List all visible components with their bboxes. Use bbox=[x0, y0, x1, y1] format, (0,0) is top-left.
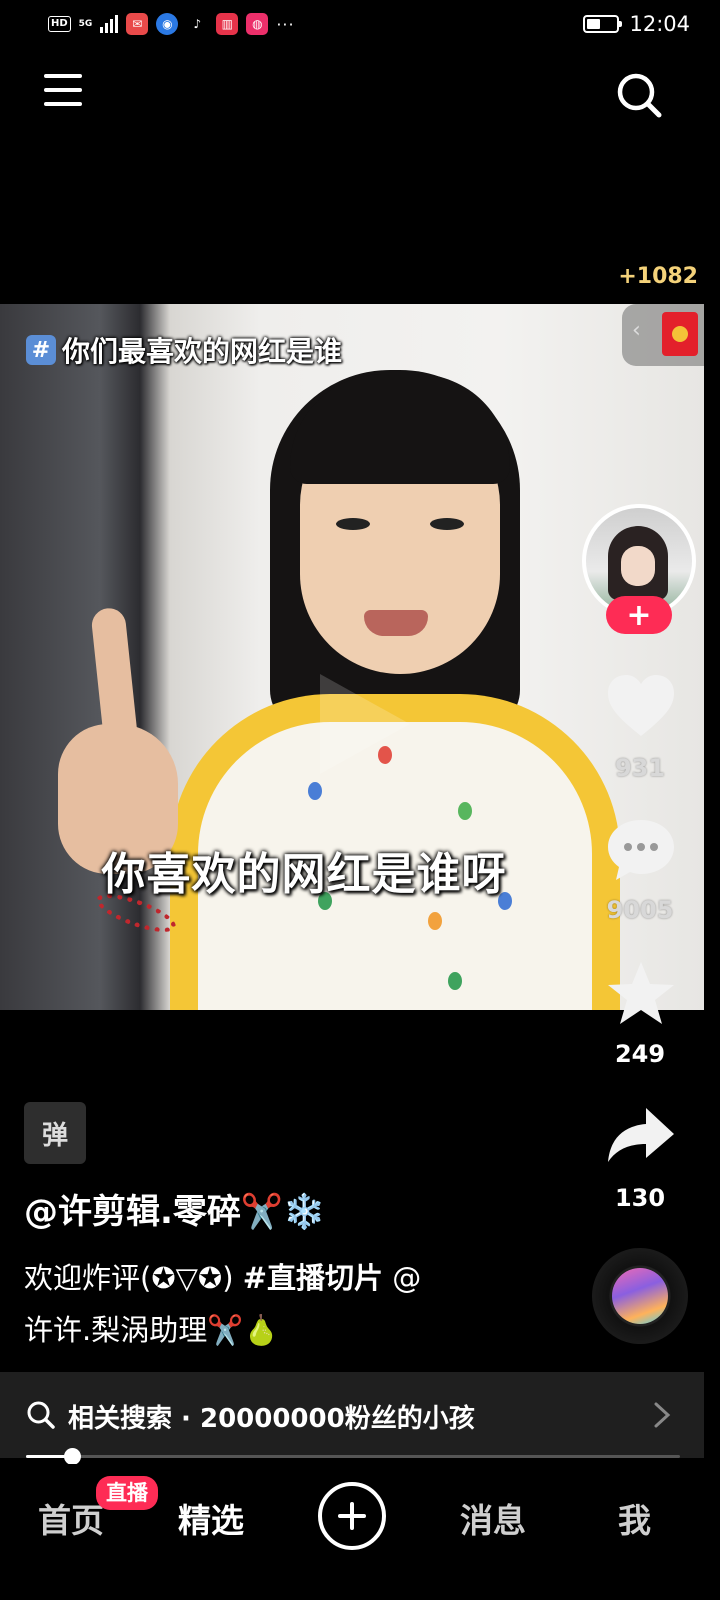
share-icon[interactable] bbox=[604, 1100, 678, 1174]
post-badge[interactable]: 弹 bbox=[24, 1102, 86, 1164]
status-bar: HD 5G ✉ ◉ ♪ ▥ ◍ ··· 12:04 bbox=[0, 0, 720, 48]
tab-featured[interactable]: 精选 bbox=[178, 1494, 244, 1542]
tab-home[interactable]: 首页 bbox=[38, 1494, 104, 1542]
follow-button[interactable]: + bbox=[606, 596, 672, 634]
live-badge[interactable]: 直播 bbox=[96, 1476, 158, 1510]
chevron-right-icon bbox=[654, 1402, 671, 1428]
mail-app-icon: ✉ bbox=[126, 13, 149, 35]
like-count: 931 bbox=[614, 754, 666, 782]
tiktok-app-icon: ♪ bbox=[193, 17, 202, 31]
more-notifications: ··· bbox=[276, 14, 295, 34]
hashtag-icon: # bbox=[26, 335, 56, 365]
status-left: HD 5G ✉ ◉ ♪ ▥ ◍ ··· bbox=[48, 10, 295, 38]
reward-counter[interactable]: +1082 bbox=[618, 264, 698, 289]
video-hashtag-overlay: # 你们最喜欢的网红是谁 bbox=[26, 330, 342, 370]
chevron-left-icon: ‹ bbox=[632, 318, 641, 343]
related-search-bar[interactable]: 相关搜索 · 20000000粉丝的小孩 bbox=[0, 1372, 704, 1458]
description-hashtag-link[interactable]: #直播切片 bbox=[243, 1261, 383, 1295]
browser-app-icon: ◉ bbox=[156, 13, 179, 35]
bottom-tab-bar: 首页 直播 精选 消息 我 bbox=[0, 1464, 720, 1600]
video-subject-eye bbox=[336, 518, 370, 530]
red-packet-tab[interactable]: ‹ bbox=[622, 304, 704, 366]
tab-messages[interactable]: 消息 bbox=[460, 1494, 526, 1542]
battery-icon bbox=[583, 15, 623, 33]
shopping-app-icon: ◍ bbox=[246, 13, 269, 35]
status-right: 12:04 bbox=[583, 10, 690, 38]
search-icon[interactable] bbox=[616, 72, 664, 120]
search-icon bbox=[27, 1401, 55, 1429]
music-disc-icon[interactable] bbox=[592, 1248, 688, 1344]
tab-me[interactable]: 我 bbox=[618, 1494, 651, 1542]
video-progress-bar[interactable] bbox=[26, 1448, 680, 1465]
comment-icon[interactable] bbox=[604, 814, 678, 888]
favorite-count: 249 bbox=[614, 1040, 666, 1068]
play-indicator-icon bbox=[320, 674, 410, 774]
comment-count: 9005 bbox=[606, 896, 674, 924]
video-caption: 你喜欢的网红是谁呀 bbox=[101, 849, 507, 900]
menu-icon[interactable] bbox=[44, 74, 84, 114]
description-mention-link[interactable]: 许许.梨涡助理✂️🍐 bbox=[24, 1313, 279, 1347]
network-type: 5G bbox=[78, 18, 93, 29]
hd-indicator: HD bbox=[48, 16, 71, 32]
signal-icon bbox=[100, 15, 119, 33]
post-description: 欢迎炸评(✪▽✪) #直播切片 @ 许许.梨涡助理✂️🍐 bbox=[24, 1252, 474, 1356]
red-envelope-icon bbox=[662, 312, 698, 356]
description-text: 欢迎炸评(✪▽✪) bbox=[24, 1261, 243, 1295]
share-count: 130 bbox=[614, 1184, 666, 1212]
plus-icon bbox=[338, 1502, 366, 1530]
battery-fill bbox=[587, 19, 601, 29]
video-subject-eye bbox=[430, 518, 464, 530]
create-button[interactable] bbox=[318, 1482, 386, 1550]
reader-app-icon: ▥ bbox=[216, 13, 239, 35]
related-search-text: 相关搜索 · 20000000粉丝的小孩 bbox=[68, 1404, 475, 1434]
favorite-star-icon[interactable] bbox=[604, 958, 678, 1032]
clock: 12:04 bbox=[629, 12, 690, 36]
like-heart-icon[interactable] bbox=[604, 670, 678, 744]
author-name[interactable]: @许剪辑.零碎✂️❄️ bbox=[24, 1184, 326, 1233]
video-subject-mouth bbox=[364, 610, 428, 636]
progress-handle[interactable] bbox=[63, 1448, 81, 1465]
video-hashtag-text: 你们最喜欢的网红是谁 bbox=[62, 335, 343, 368]
description-mention-prefix: @ bbox=[383, 1261, 422, 1295]
